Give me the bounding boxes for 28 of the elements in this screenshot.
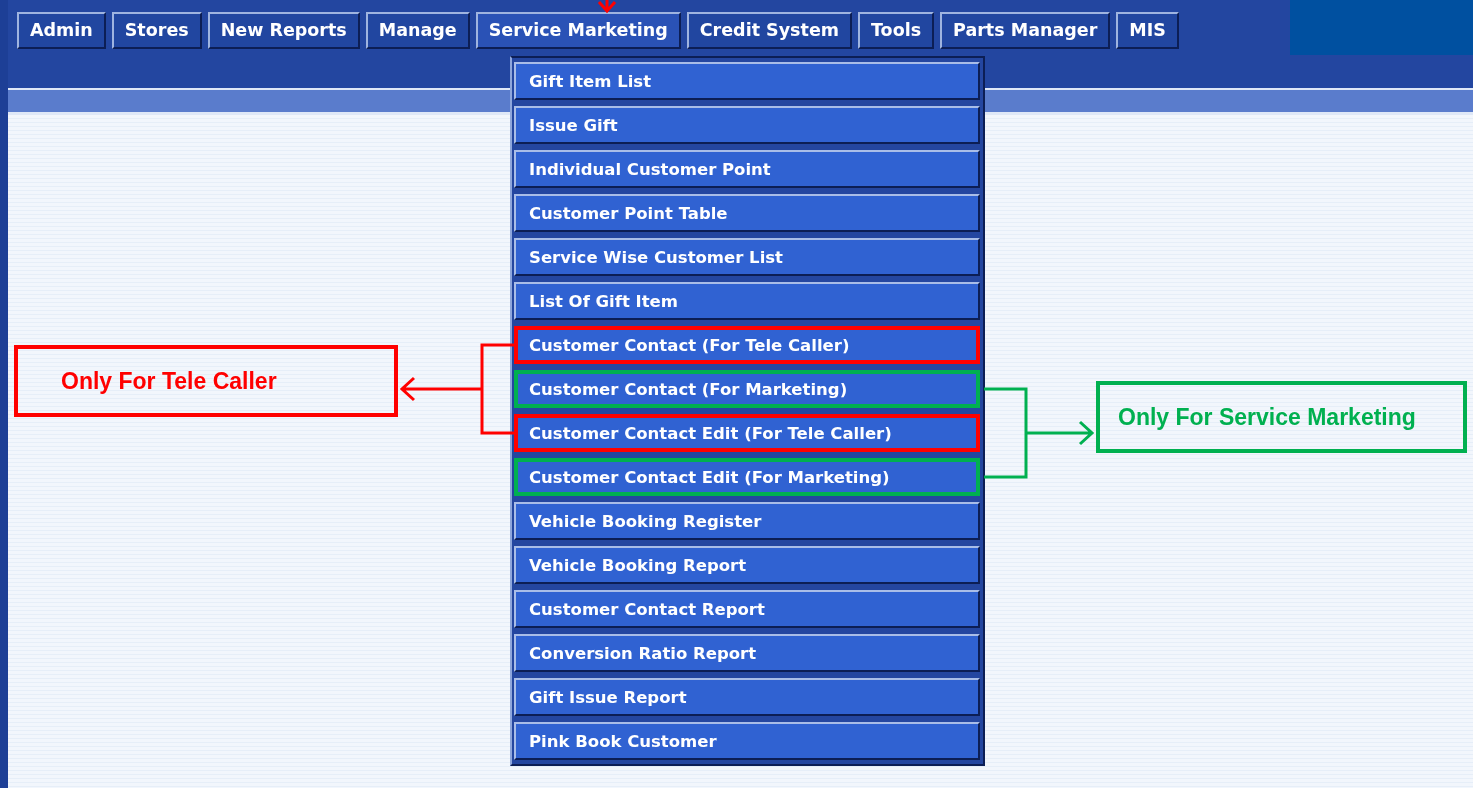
menu-item[interactable]: Vehicle Booking Register <box>514 502 980 540</box>
menu-item[interactable]: Pink Book Customer <box>514 722 980 760</box>
menu-item[interactable]: Customer Contact Edit (For Marketing) <box>514 458 980 496</box>
menu-tab[interactable]: New Reports <box>207 12 360 49</box>
menu-item[interactable]: Customer Contact Report <box>514 590 980 628</box>
arrow <box>597 0 617 14</box>
menu-tab[interactable]: Credit System <box>686 12 852 49</box>
menu-tab[interactable]: Admin <box>17 12 106 49</box>
menu-item[interactable]: Service Wise Customer List <box>514 238 980 276</box>
annotation-label: Only For Service Marketing <box>1096 381 1467 453</box>
menu-item[interactable]: Customer Contact (For Tele Caller) <box>514 326 980 364</box>
menu-tab[interactable]: Service Marketing <box>475 12 681 49</box>
annotation-label: Only For Tele Caller <box>14 345 398 417</box>
menu-item[interactable]: Customer Point Table <box>514 194 980 232</box>
menu-tab[interactable]: Parts Manager <box>940 12 1111 49</box>
menu-item[interactable]: Gift Item List <box>514 62 980 100</box>
menu-item[interactable]: Gift Issue Report <box>514 678 980 716</box>
menu-item[interactable]: Conversion Ratio Report <box>514 634 980 672</box>
menu-tab[interactable]: MIS <box>1116 12 1179 49</box>
menu-item[interactable]: Customer Contact (For Marketing) <box>514 370 980 408</box>
menu-item[interactable]: Customer Contact Edit (For Tele Caller) <box>514 414 980 452</box>
menu-tab[interactable]: Stores <box>111 12 202 49</box>
menu-item[interactable]: Vehicle Booking Report <box>514 546 980 584</box>
menu-item[interactable]: List Of Gift Item <box>514 282 980 320</box>
menu-item[interactable]: Issue Gift <box>514 106 980 144</box>
menu-item[interactable]: Individual Customer Point <box>514 150 980 188</box>
menu-tab[interactable]: Tools <box>858 12 935 49</box>
menu-tab[interactable]: Manage <box>365 12 470 49</box>
